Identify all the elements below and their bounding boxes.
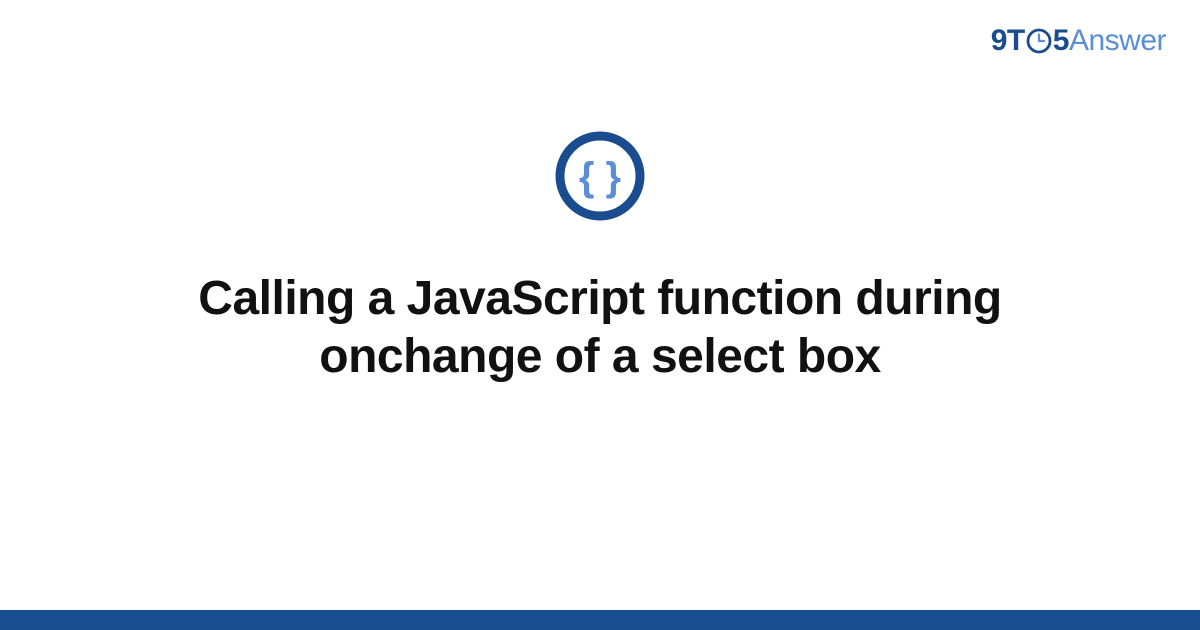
svg-text:{ }: { } [579, 155, 621, 199]
logo-text-5: 5 [1053, 24, 1069, 58]
logo-text-answer: Answer [1069, 24, 1166, 58]
footer-bar [0, 610, 1200, 630]
logo-text-9t: 9T [991, 24, 1025, 58]
main-content: { } Calling a JavaScript function during… [0, 130, 1200, 385]
code-braces-icon: { } [554, 130, 646, 222]
site-logo: 9T 5 Answer [991, 24, 1166, 58]
page-title: Calling a JavaScript function during onc… [150, 270, 1050, 385]
clock-icon [1026, 28, 1052, 54]
